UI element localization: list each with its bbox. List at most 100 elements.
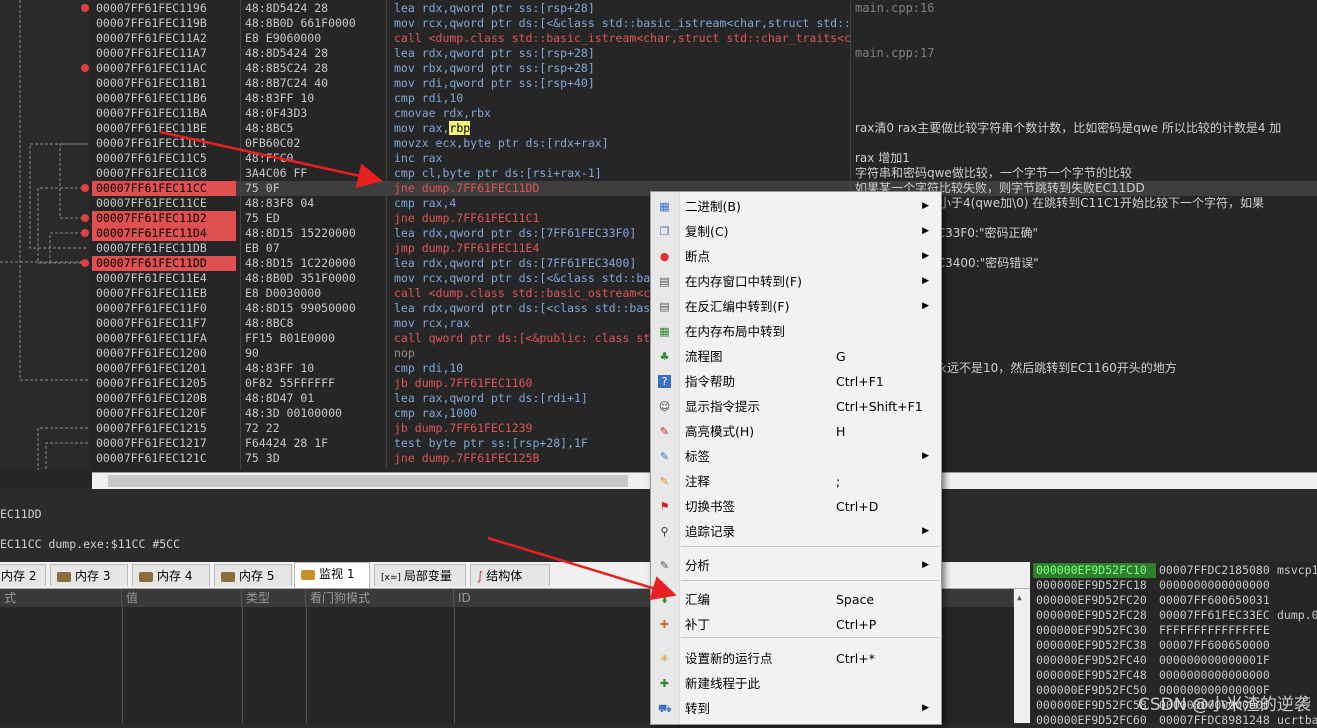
disasm-instruction[interactable]: jmp dump.7FF61FEC11E4: [388, 241, 539, 256]
disasm-instruction[interactable]: mov rcx,qword ptr ds:[<&class std::ba: [388, 271, 650, 286]
stack-value[interactable]: 00007FFDC8981248: [1157, 713, 1277, 728]
menu-item[interactable]: ✳ 设置新的运行点 Ctrl+*: [651, 646, 941, 671]
disasm-bytes[interactable]: 48:8D15 15220000: [241, 226, 356, 241]
stack-address[interactable]: 000000EF9D52FC10: [1033, 563, 1156, 578]
menu-item[interactable]: ✎ 注释;: [651, 469, 941, 494]
stack-address[interactable]: 000000EF9D52FC18: [1033, 578, 1156, 593]
disasm-bytes[interactable]: 90: [241, 346, 259, 361]
menu-item[interactable]: ✚ 新建线程于此: [651, 671, 941, 696]
stack-address[interactable]: 000000EF9D52FC28: [1033, 608, 1156, 623]
disasm-address[interactable]: 00007FF61FEC11AC: [92, 61, 236, 76]
disasm-bytes[interactable]: 48:8B7C24 40: [241, 76, 328, 91]
disasm-instruction[interactable]: call qword ptr ds:[<&public: class st: [388, 331, 650, 346]
tab-locals[interactable]: [x=] 局部变量: [374, 564, 466, 586]
disasm-instruction[interactable]: cmp rax,1000: [388, 406, 477, 421]
disasm-bytes[interactable]: EB 07: [241, 241, 280, 256]
disasm-bytes[interactable]: 72 22: [241, 421, 280, 436]
disasm-instruction[interactable]: lea rdx,qword ptr ss:[rsp+28]: [388, 46, 595, 61]
disasm-address[interactable]: 00007FF61FEC1205: [92, 376, 236, 391]
disasm-address[interactable]: 00007FF61FEC11A7: [92, 46, 236, 61]
breakpoint-dot-icon[interactable]: [81, 259, 89, 267]
tab-memory-2[interactable]: 内存 2: [0, 564, 46, 586]
disasm-address[interactable]: 00007FF61FEC11F0: [92, 301, 236, 316]
tab-struct[interactable]: ∫ 结构体: [470, 564, 550, 586]
breakpoint-dot-icon[interactable]: [81, 64, 89, 72]
disasm-bytes[interactable]: 48:8D15 1C220000: [241, 256, 356, 271]
menu-item[interactable]: ▤ 在内存窗口中转到(F) ▶: [651, 269, 941, 294]
disasm-bytes[interactable]: 75 ED: [241, 211, 280, 226]
menu-item[interactable]: ? 指令帮助 Ctrl+F1: [651, 369, 941, 394]
disasm-address[interactable]: 00007FF61FEC120F: [92, 406, 236, 421]
address-column[interactable]: 00007FF61FEC1196 00007FF61FEC119B 00007FF6…: [92, 0, 241, 470]
disasm-address[interactable]: 00007FF61FEC1196: [92, 1, 236, 16]
disasm-instruction[interactable]: cmp cl,byte ptr ds:[rsi+rax-1]: [388, 166, 602, 181]
disasm-bytes[interactable]: F64424 28 1F: [241, 436, 328, 451]
disasm-instruction[interactable]: lea rax,qword ptr ds:[rdi+1]: [388, 391, 588, 406]
disasm-bytes[interactable]: 48:83F8 04: [241, 196, 314, 211]
disasm-comment[interactable]: main.cpp:16: [851, 1, 934, 16]
menu-item[interactable]: ✎ 标签 ▶: [651, 444, 941, 469]
menu-item[interactable]: ▦ 二进制(B) ▶: [651, 194, 941, 219]
disasm-instruction[interactable]: lea rdx,qword ptr ss:[rsp+28]: [388, 1, 595, 16]
bytes-column[interactable]: 48:8D5424 28 48:8B0D 661F0000 E8 E9060000 4…: [241, 0, 387, 470]
scrollbar-thumb[interactable]: [108, 475, 628, 487]
disasm-instruction[interactable]: mov rdi,qword ptr ss:[rsp+40]: [388, 76, 595, 91]
disasm-address[interactable]: 00007FF61FEC11E4: [92, 271, 236, 286]
disasm-comment[interactable]: rax清0 rax主要做比较字符串个数计数，比如密码是qwe 所以比较的计数是4…: [851, 121, 1281, 136]
menu-item[interactable]: ▤ 在反汇编中转到(F) ▶: [651, 294, 941, 319]
disasm-instruction[interactable]: movzx ecx,byte ptr ds:[rdx+rax]: [388, 136, 609, 151]
disasm-instruction[interactable]: jne dump.7FF61FEC11DD: [388, 181, 539, 196]
menu-item[interactable]: ✎ 分析 ▶: [651, 553, 941, 578]
watch-header-watchdog[interactable]: 看门狗模式: [306, 589, 454, 607]
disasm-instruction[interactable]: call <dump.class std::basic_istream<char…: [388, 31, 850, 46]
stack-address[interactable]: 000000EF9D52FC20: [1033, 593, 1156, 608]
disasm-instruction[interactable]: mov rax,rbp: [388, 121, 471, 136]
disasm-instruction[interactable]: lea rdx,qword ptr ds:[7FF61FEC33F0]: [388, 226, 636, 241]
disasm-instruction[interactable]: inc rax: [388, 151, 442, 166]
disasm-address[interactable]: 00007FF61FEC11DD: [92, 256, 236, 271]
context-menu[interactable]: ▦ 二进制(B) ▶ ❐ 复制(C) ▶ ● 断点 ▶ ▤ 在内存窗口中转到(F) ▶ ▤ 在反汇编中转到…: [650, 191, 942, 725]
disasm-address[interactable]: 00007FF61FEC11C8: [92, 166, 236, 181]
menu-item[interactable]: ☺ 显示指令提示 Ctrl+Shift+F1: [651, 394, 941, 419]
disasm-instruction[interactable]: mov rcx,qword ptr ds:[<&class std::basic…: [388, 16, 850, 31]
disasm-bytes[interactable]: 48:8D5424 28: [241, 1, 328, 16]
watch-vertical-scrollbar[interactable]: ▲: [1014, 589, 1030, 723]
menu-item[interactable]: ⚑ 切换书签 Ctrl+D: [651, 494, 941, 519]
menu-item[interactable]: ● 断点 ▶: [651, 244, 941, 269]
breakpoint-dot-icon[interactable]: [81, 4, 89, 12]
menu-item[interactable]: ✚ 补丁 Ctrl+P: [651, 612, 941, 637]
disasm-address[interactable]: 00007FF61FEC11D2: [92, 211, 236, 226]
stack-address[interactable]: 000000EF9D52FC60: [1033, 713, 1156, 728]
menu-item[interactable]: ⬇ 汇编 Space: [651, 587, 941, 612]
disasm-address[interactable]: 00007FF61FEC11C5: [92, 151, 236, 166]
tab-memory-5[interactable]: 内存 5: [214, 564, 292, 586]
disasm-bytes[interactable]: 48:FFC0: [241, 151, 293, 166]
disasm-bytes[interactable]: 48:8B0D 351F0000: [241, 271, 356, 286]
disasm-bytes[interactable]: 48:8B0D 661F0000: [241, 16, 356, 31]
disasm-address[interactable]: 00007FF61FEC11C1: [92, 136, 236, 151]
disasm-instruction[interactable]: mov rcx,rax: [388, 316, 470, 331]
disasm-address[interactable]: 00007FF61FEC11BA: [92, 106, 236, 121]
menu-item[interactable]: ▦ 在内存布局中转到: [651, 319, 941, 344]
disasm-bytes[interactable]: E8 D0030000: [241, 286, 321, 301]
disasm-address[interactable]: 00007FF61FEC11F7: [92, 316, 236, 331]
disasm-bytes[interactable]: 0F82 55FFFFFF: [241, 376, 335, 391]
menu-item[interactable]: ✎ 高亮模式(H) H: [651, 419, 941, 444]
disasm-bytes[interactable]: 48:0F43D3: [241, 106, 307, 121]
disasm-instruction[interactable]: cmp rdi,10: [388, 91, 463, 106]
menu-item[interactable]: ❐ 复制(C) ▶: [651, 219, 941, 244]
disasm-bytes[interactable]: 48:8B5C24 28: [241, 61, 328, 76]
stack-address[interactable]: 000000EF9D52FC38: [1033, 638, 1156, 653]
breakpoint-dot-icon[interactable]: [81, 229, 89, 237]
disasm-bytes[interactable]: 48:83FF 10: [241, 361, 314, 376]
disasm-instruction[interactable]: jne dump.7FF61FEC11C1: [388, 211, 539, 226]
disasm-address[interactable]: 00007FF61FEC11B6: [92, 91, 236, 106]
disasm-bytes[interactable]: E8 E9060000: [241, 31, 321, 46]
disasm-address[interactable]: 00007FF61FEC120B: [92, 391, 236, 406]
disasm-bytes[interactable]: 48:8D15 99050000: [241, 301, 356, 316]
disasm-instruction[interactable]: cmp rdi,10: [388, 361, 463, 376]
disasm-address[interactable]: 00007FF61FEC121C: [92, 451, 236, 466]
disasm-comment[interactable]: main.cpp:17: [851, 46, 934, 61]
disasm-comment[interactable]: rax 增加1: [851, 151, 910, 166]
stack-value[interactable]: 00007FFDC2185080: [1157, 563, 1277, 578]
